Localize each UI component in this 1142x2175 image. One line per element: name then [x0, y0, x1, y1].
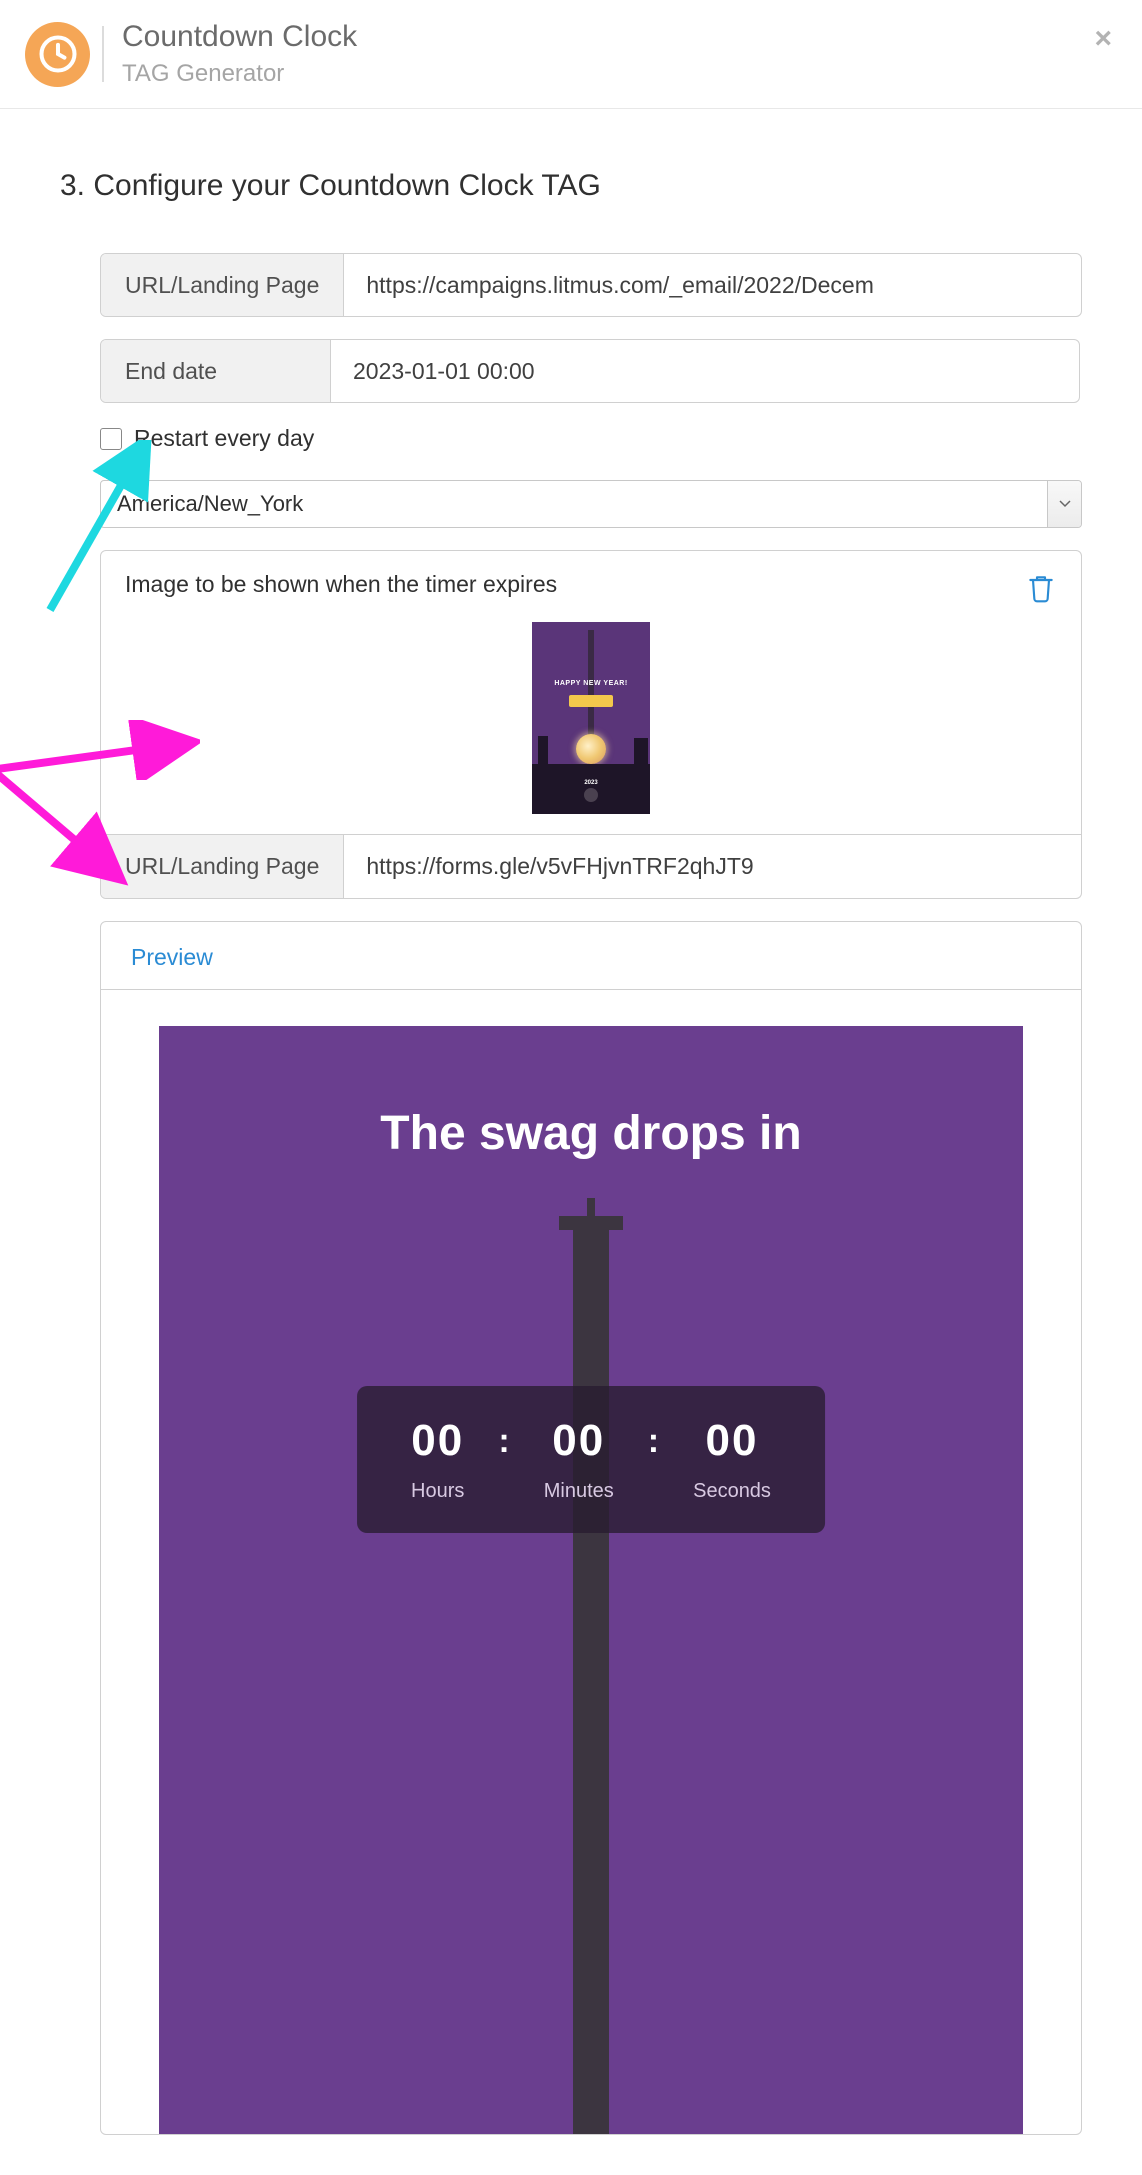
preview-section: Preview The swag drops in 00 Hours : 00 …	[100, 921, 1082, 2135]
thumb-year: 2023	[584, 780, 597, 786]
expire-image-label: Image to be shown when the timer expires	[125, 571, 1057, 598]
restart-checkbox-row: Restart every day	[100, 425, 1082, 452]
preview-image: The swag drops in 00 Hours : 00 Minutes …	[159, 1026, 1023, 2134]
url2-label: URL/Landing Page	[101, 835, 344, 898]
url-label: URL/Landing Page	[101, 254, 344, 316]
thumb-caption: HAPPY NEW YEAR!	[532, 680, 650, 687]
restart-checkbox[interactable]	[100, 428, 122, 450]
seconds-column: 00 Seconds	[693, 1416, 771, 1503]
header-titles: Countdown Clock TAG Generator	[122, 20, 357, 88]
header-subtitle: TAG Generator	[122, 60, 357, 88]
seconds-label: Seconds	[693, 1480, 771, 1503]
url-input-group: URL/Landing Page	[100, 253, 1082, 317]
section-heading: 3. Configure your Countdown Clock TAG	[60, 169, 1082, 203]
close-icon[interactable]: ×	[1094, 24, 1112, 54]
hours-column: 00 Hours	[411, 1416, 464, 1503]
url2-input[interactable]	[344, 853, 1081, 880]
timezone-select[interactable]: America/New_York	[100, 480, 1082, 528]
modal-header: Countdown Clock TAG Generator ×	[0, 0, 1142, 109]
chevron-down-icon	[1047, 481, 1081, 527]
minutes-value: 00	[552, 1416, 605, 1466]
enddate-input-group: End date	[100, 339, 1080, 403]
preview-body: The swag drops in 00 Hours : 00 Minutes …	[101, 990, 1081, 2134]
header-title: Countdown Clock	[122, 20, 357, 54]
header-divider	[102, 26, 104, 82]
preview-tab[interactable]: Preview	[101, 922, 1081, 990]
countdown-display: 00 Hours : 00 Minutes : 00 Seconds	[357, 1386, 825, 1533]
form-area: URL/Landing Page End date Restart every …	[100, 253, 1082, 2135]
expire-image-thumbnail[interactable]: HAPPY NEW YEAR! 2023	[532, 622, 650, 814]
modal-content: 3. Configure your Countdown Clock TAG UR…	[0, 109, 1142, 2175]
seconds-value: 00	[706, 1416, 759, 1466]
clock-icon	[25, 22, 90, 87]
minutes-label: Minutes	[544, 1480, 614, 1503]
minutes-column: 00 Minutes	[544, 1416, 614, 1503]
restart-label: Restart every day	[134, 425, 314, 452]
expire-image-panel: Image to be shown when the timer expires…	[100, 550, 1082, 835]
enddate-input[interactable]	[331, 358, 1079, 385]
preview-pole-graphic	[573, 1216, 609, 2134]
url-input[interactable]	[344, 272, 1081, 299]
hours-value: 00	[411, 1416, 464, 1466]
url2-input-group: URL/Landing Page	[100, 835, 1082, 899]
separator: :	[648, 1416, 659, 1461]
preview-heading: The swag drops in	[159, 1026, 1023, 1161]
trash-icon[interactable]	[1025, 571, 1057, 610]
hours-label: Hours	[411, 1480, 464, 1503]
enddate-label: End date	[101, 340, 331, 402]
separator: :	[498, 1416, 509, 1461]
timezone-value: America/New_York	[101, 481, 1047, 527]
